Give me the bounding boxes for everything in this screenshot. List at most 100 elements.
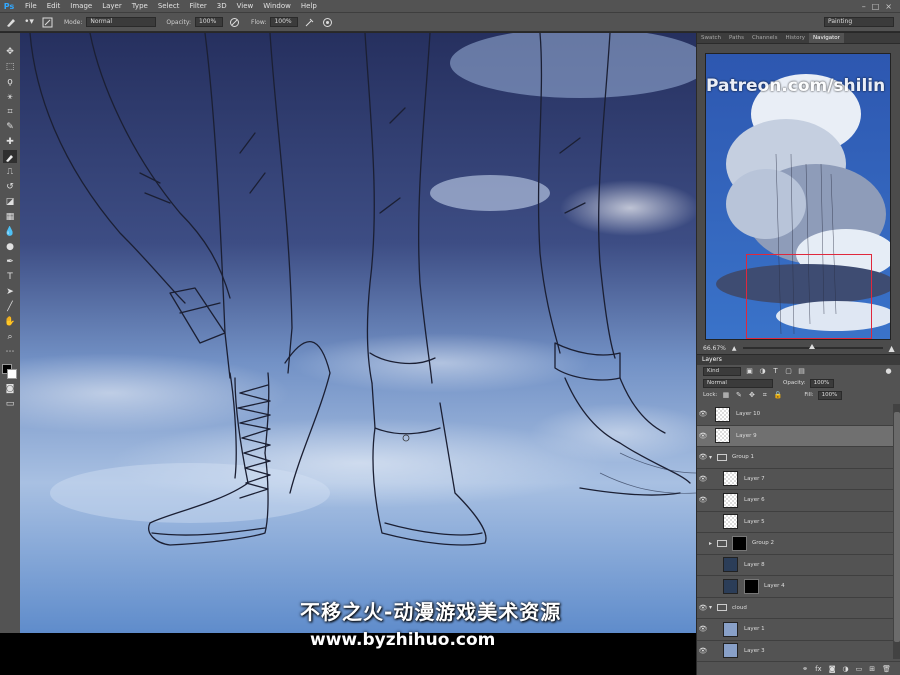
menu-file[interactable]: File: [20, 0, 42, 13]
layer-row[interactable]: 👁 Layer 4: [697, 576, 893, 598]
zoom-slider[interactable]: [742, 344, 883, 349]
tab-paths[interactable]: Paths: [725, 33, 748, 43]
layers-scrollbar[interactable]: [893, 404, 900, 659]
healing-brush-tool-icon[interactable]: ✚: [3, 135, 17, 148]
blend-mode-select[interactable]: Normal: [703, 378, 773, 388]
filter-type-icon[interactable]: T: [771, 367, 780, 376]
zoom-slider-thumb[interactable]: [808, 344, 815, 349]
menu-3d[interactable]: 3D: [212, 0, 232, 13]
lock-artboard-icon[interactable]: ⌗: [760, 391, 769, 400]
quick-mask-icon[interactable]: ◙: [3, 382, 17, 395]
filter-smart-object-icon[interactable]: ▤: [797, 367, 806, 376]
layer-row[interactable]: 👁 Layer 7: [697, 469, 893, 490]
menu-select[interactable]: Select: [153, 0, 185, 13]
crop-tool-icon[interactable]: ⌗: [3, 105, 17, 118]
filter-pixel-icon[interactable]: ▣: [745, 367, 754, 376]
menu-window[interactable]: Window: [258, 0, 296, 13]
document-canvas[interactable]: [20, 33, 696, 633]
group-expand-icon[interactable]: ▾: [709, 454, 717, 461]
group-row[interactable]: 👁 ▸ Group 2: [697, 533, 893, 555]
group-expand-icon[interactable]: ▸: [709, 540, 717, 547]
new-group-icon[interactable]: ▭: [856, 665, 863, 673]
close-icon[interactable]: ×: [885, 2, 892, 11]
zoom-in-icon[interactable]: ▲: [889, 344, 895, 353]
add-mask-icon[interactable]: ◙: [829, 665, 836, 673]
group-row[interactable]: 👁 ▾ Group 1: [697, 447, 893, 469]
layer-style-icon[interactable]: fx: [815, 665, 822, 673]
layer-row[interactable]: 👁 Layer 8: [697, 555, 893, 576]
brush-panel-toggle-icon[interactable]: [40, 15, 54, 29]
blur-tool-icon[interactable]: 💧: [3, 225, 17, 238]
lasso-tool-icon[interactable]: ϙ: [3, 75, 17, 88]
zoom-value[interactable]: 66.67%: [703, 345, 726, 352]
delete-layer-icon[interactable]: 🗑: [882, 665, 891, 673]
clone-stamp-tool-icon[interactable]: ⎍: [3, 165, 17, 178]
workspace-select[interactable]: Painting: [824, 17, 894, 27]
pressure-opacity-icon[interactable]: [227, 15, 241, 29]
gradient-tool-icon[interactable]: ▦: [3, 210, 17, 223]
lock-all-icon[interactable]: 🔒: [773, 391, 783, 400]
menu-type[interactable]: Type: [127, 0, 153, 13]
filter-shape-icon[interactable]: ▢: [784, 367, 793, 376]
visibility-eye-icon[interactable]: 👁: [697, 453, 709, 461]
menu-image[interactable]: Image: [65, 0, 97, 13]
maximize-icon[interactable]: □: [872, 2, 880, 11]
zoom-out-icon[interactable]: ▲: [732, 345, 737, 352]
history-brush-tool-icon[interactable]: ↺: [3, 180, 17, 193]
layer-row[interactable]: 👁 Layer 10: [697, 404, 893, 426]
layer-row[interactable]: 👁 Layer 1: [697, 619, 893, 641]
menu-edit[interactable]: Edit: [42, 0, 66, 13]
visibility-eye-icon[interactable]: 👁: [697, 604, 709, 612]
lock-transparent-icon[interactable]: ▦: [721, 391, 730, 400]
fill-field[interactable]: 100%: [817, 390, 842, 400]
visibility-eye-icon[interactable]: 👁: [697, 432, 709, 440]
visibility-eye-icon[interactable]: 👁: [697, 410, 709, 418]
visibility-eye-icon[interactable]: 👁: [697, 496, 709, 504]
path-selection-tool-icon[interactable]: ➤: [3, 285, 17, 298]
lock-pixels-icon[interactable]: ✎: [734, 391, 743, 400]
zoom-tool-icon[interactable]: ⌕: [3, 330, 17, 343]
more-tools-icon[interactable]: ⋯: [3, 345, 17, 358]
layer-opacity-field[interactable]: 100%: [809, 378, 834, 388]
move-tool-icon[interactable]: ✥: [3, 45, 17, 58]
opacity-field[interactable]: 100%: [195, 17, 224, 27]
marquee-tool-icon[interactable]: ⬚: [3, 60, 17, 73]
pressure-size-icon[interactable]: [320, 15, 334, 29]
layer-row[interactable]: 👁 Layer 3: [697, 641, 893, 660]
eraser-tool-icon[interactable]: ◪: [3, 195, 17, 208]
brush-tool-icon[interactable]: [3, 150, 17, 163]
layers-scrollbar-thumb[interactable]: [894, 412, 900, 642]
link-layers-icon[interactable]: ⚭: [802, 665, 808, 673]
airbrush-icon[interactable]: [302, 15, 316, 29]
layer-filter-select[interactable]: Kind: [703, 366, 741, 376]
brush-size-picker-icon[interactable]: •▾: [22, 15, 36, 29]
brush-tool-preset-icon[interactable]: [4, 15, 18, 29]
group-expand-icon[interactable]: ▾: [709, 604, 717, 611]
filter-toggle-icon[interactable]: ●: [884, 367, 893, 376]
screen-mode-icon[interactable]: ▭: [3, 397, 17, 410]
visibility-eye-icon[interactable]: 👁: [697, 561, 709, 569]
line-tool-icon[interactable]: ╱: [3, 300, 17, 313]
new-layer-icon[interactable]: ⊞: [869, 665, 875, 673]
layer-row[interactable]: 👁 Layer 6: [697, 490, 893, 512]
magic-wand-tool-icon[interactable]: ⚹: [3, 90, 17, 103]
visibility-eye-icon[interactable]: 👁: [697, 518, 709, 526]
visibility-eye-icon[interactable]: 👁: [697, 539, 709, 547]
minimize-icon[interactable]: –: [862, 2, 866, 11]
tab-swatch[interactable]: Swatch: [697, 33, 725, 43]
group-row[interactable]: 👁 ▾ cloud: [697, 598, 893, 619]
menu-filter[interactable]: Filter: [184, 0, 211, 13]
layer-row-selected[interactable]: 👁 Layer 9: [697, 425, 893, 447]
visibility-eye-icon[interactable]: 👁: [697, 625, 709, 633]
navigator-preview[interactable]: Patreon.com/shilin: [705, 53, 891, 340]
mode-select[interactable]: Normal: [86, 17, 157, 27]
pen-tool-icon[interactable]: ✒: [3, 255, 17, 268]
type-tool-icon[interactable]: T: [3, 270, 17, 283]
flow-field[interactable]: 100%: [270, 17, 299, 27]
menu-help[interactable]: Help: [296, 0, 322, 13]
tab-navigator[interactable]: Navigator: [809, 33, 844, 43]
menu-layer[interactable]: Layer: [97, 0, 127, 13]
eyedropper-tool-icon[interactable]: ✎: [3, 120, 17, 133]
visibility-eye-icon[interactable]: 👁: [697, 647, 709, 655]
visibility-eye-icon[interactable]: 👁: [697, 582, 709, 590]
